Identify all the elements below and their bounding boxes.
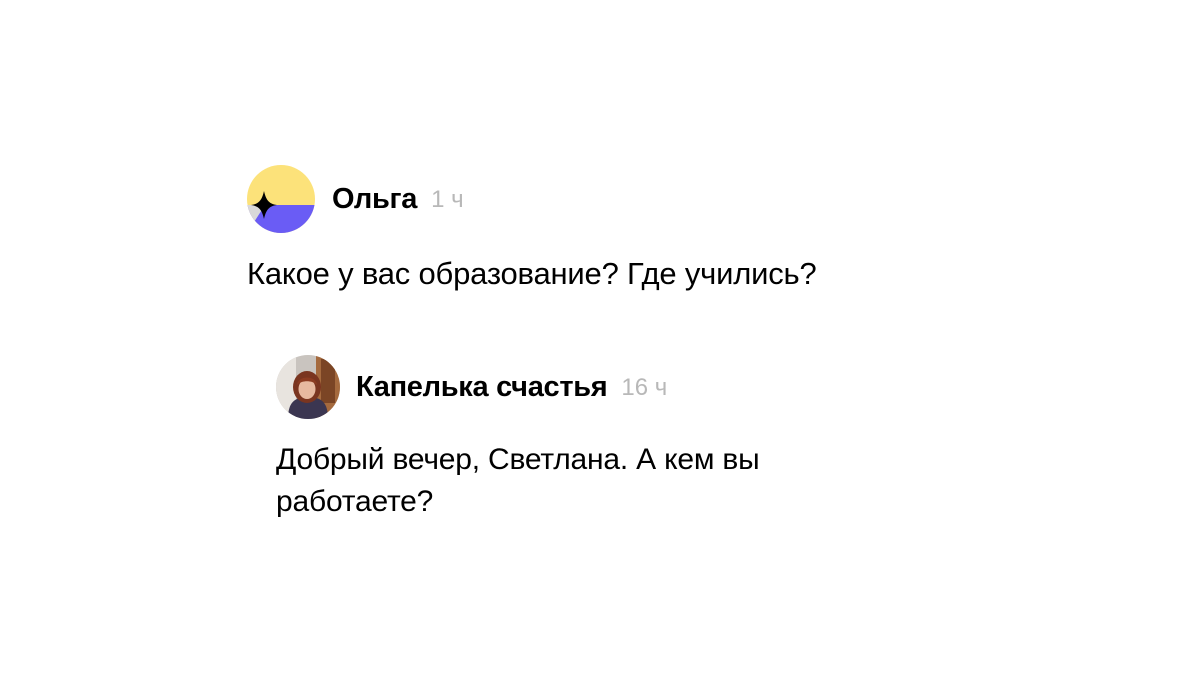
comment-time: 1 ч bbox=[431, 186, 464, 213]
comment-text: Добрый вечер, Светлана. А кем вы работае… bbox=[276, 443, 760, 518]
author-name[interactable]: Ольга bbox=[332, 183, 417, 216]
comments-page: { "comments": [ { "author": "Ольга", "ti… bbox=[0, 0, 1200, 674]
comment-header: Капелька счастья 16 ч bbox=[276, 355, 876, 419]
author-name[interactable]: Капелька счастья bbox=[356, 371, 608, 404]
comment: Ольга 1 ч Какое у вас образование? Где у… bbox=[247, 165, 1007, 295]
comment-header: Ольга 1 ч bbox=[247, 165, 1007, 233]
user-photo-icon bbox=[276, 355, 340, 419]
comment-text: Какое у вас образование? Где учились? bbox=[247, 256, 817, 291]
avatar-logo-icon bbox=[247, 165, 315, 233]
avatar[interactable] bbox=[276, 355, 340, 419]
reply-comment: Капелька счастья 16 ч Добрый вечер, Свет… bbox=[276, 355, 876, 523]
avatar[interactable] bbox=[247, 165, 315, 233]
comment-time: 16 ч bbox=[621, 374, 668, 401]
